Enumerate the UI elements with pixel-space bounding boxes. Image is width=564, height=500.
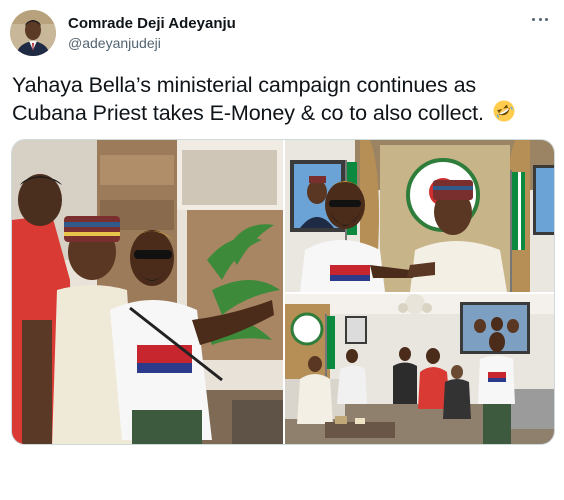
tweet-text: Yahaya Bella’s ministerial campaign cont… (12, 71, 552, 130)
author-display-name[interactable]: Comrade Deji Adeyanju (68, 15, 236, 32)
media-grid (11, 139, 555, 445)
tweet-text-body: Yahaya Bella’s ministerial campaign cont… (12, 73, 484, 125)
photo-living-room-group[interactable] (285, 294, 554, 444)
avatar[interactable] (10, 10, 56, 56)
rolling-on-floor-laughing-icon (492, 99, 516, 130)
tweet-card: Comrade Deji Adeyanju @adeyanjudeji Yaha… (0, 0, 564, 500)
more-options-icon[interactable] (530, 12, 550, 26)
photo-outdoor-group[interactable] (12, 140, 283, 444)
author-handle[interactable]: @adeyanjudeji (68, 35, 161, 51)
photo-handshake-office[interactable] (285, 140, 554, 292)
